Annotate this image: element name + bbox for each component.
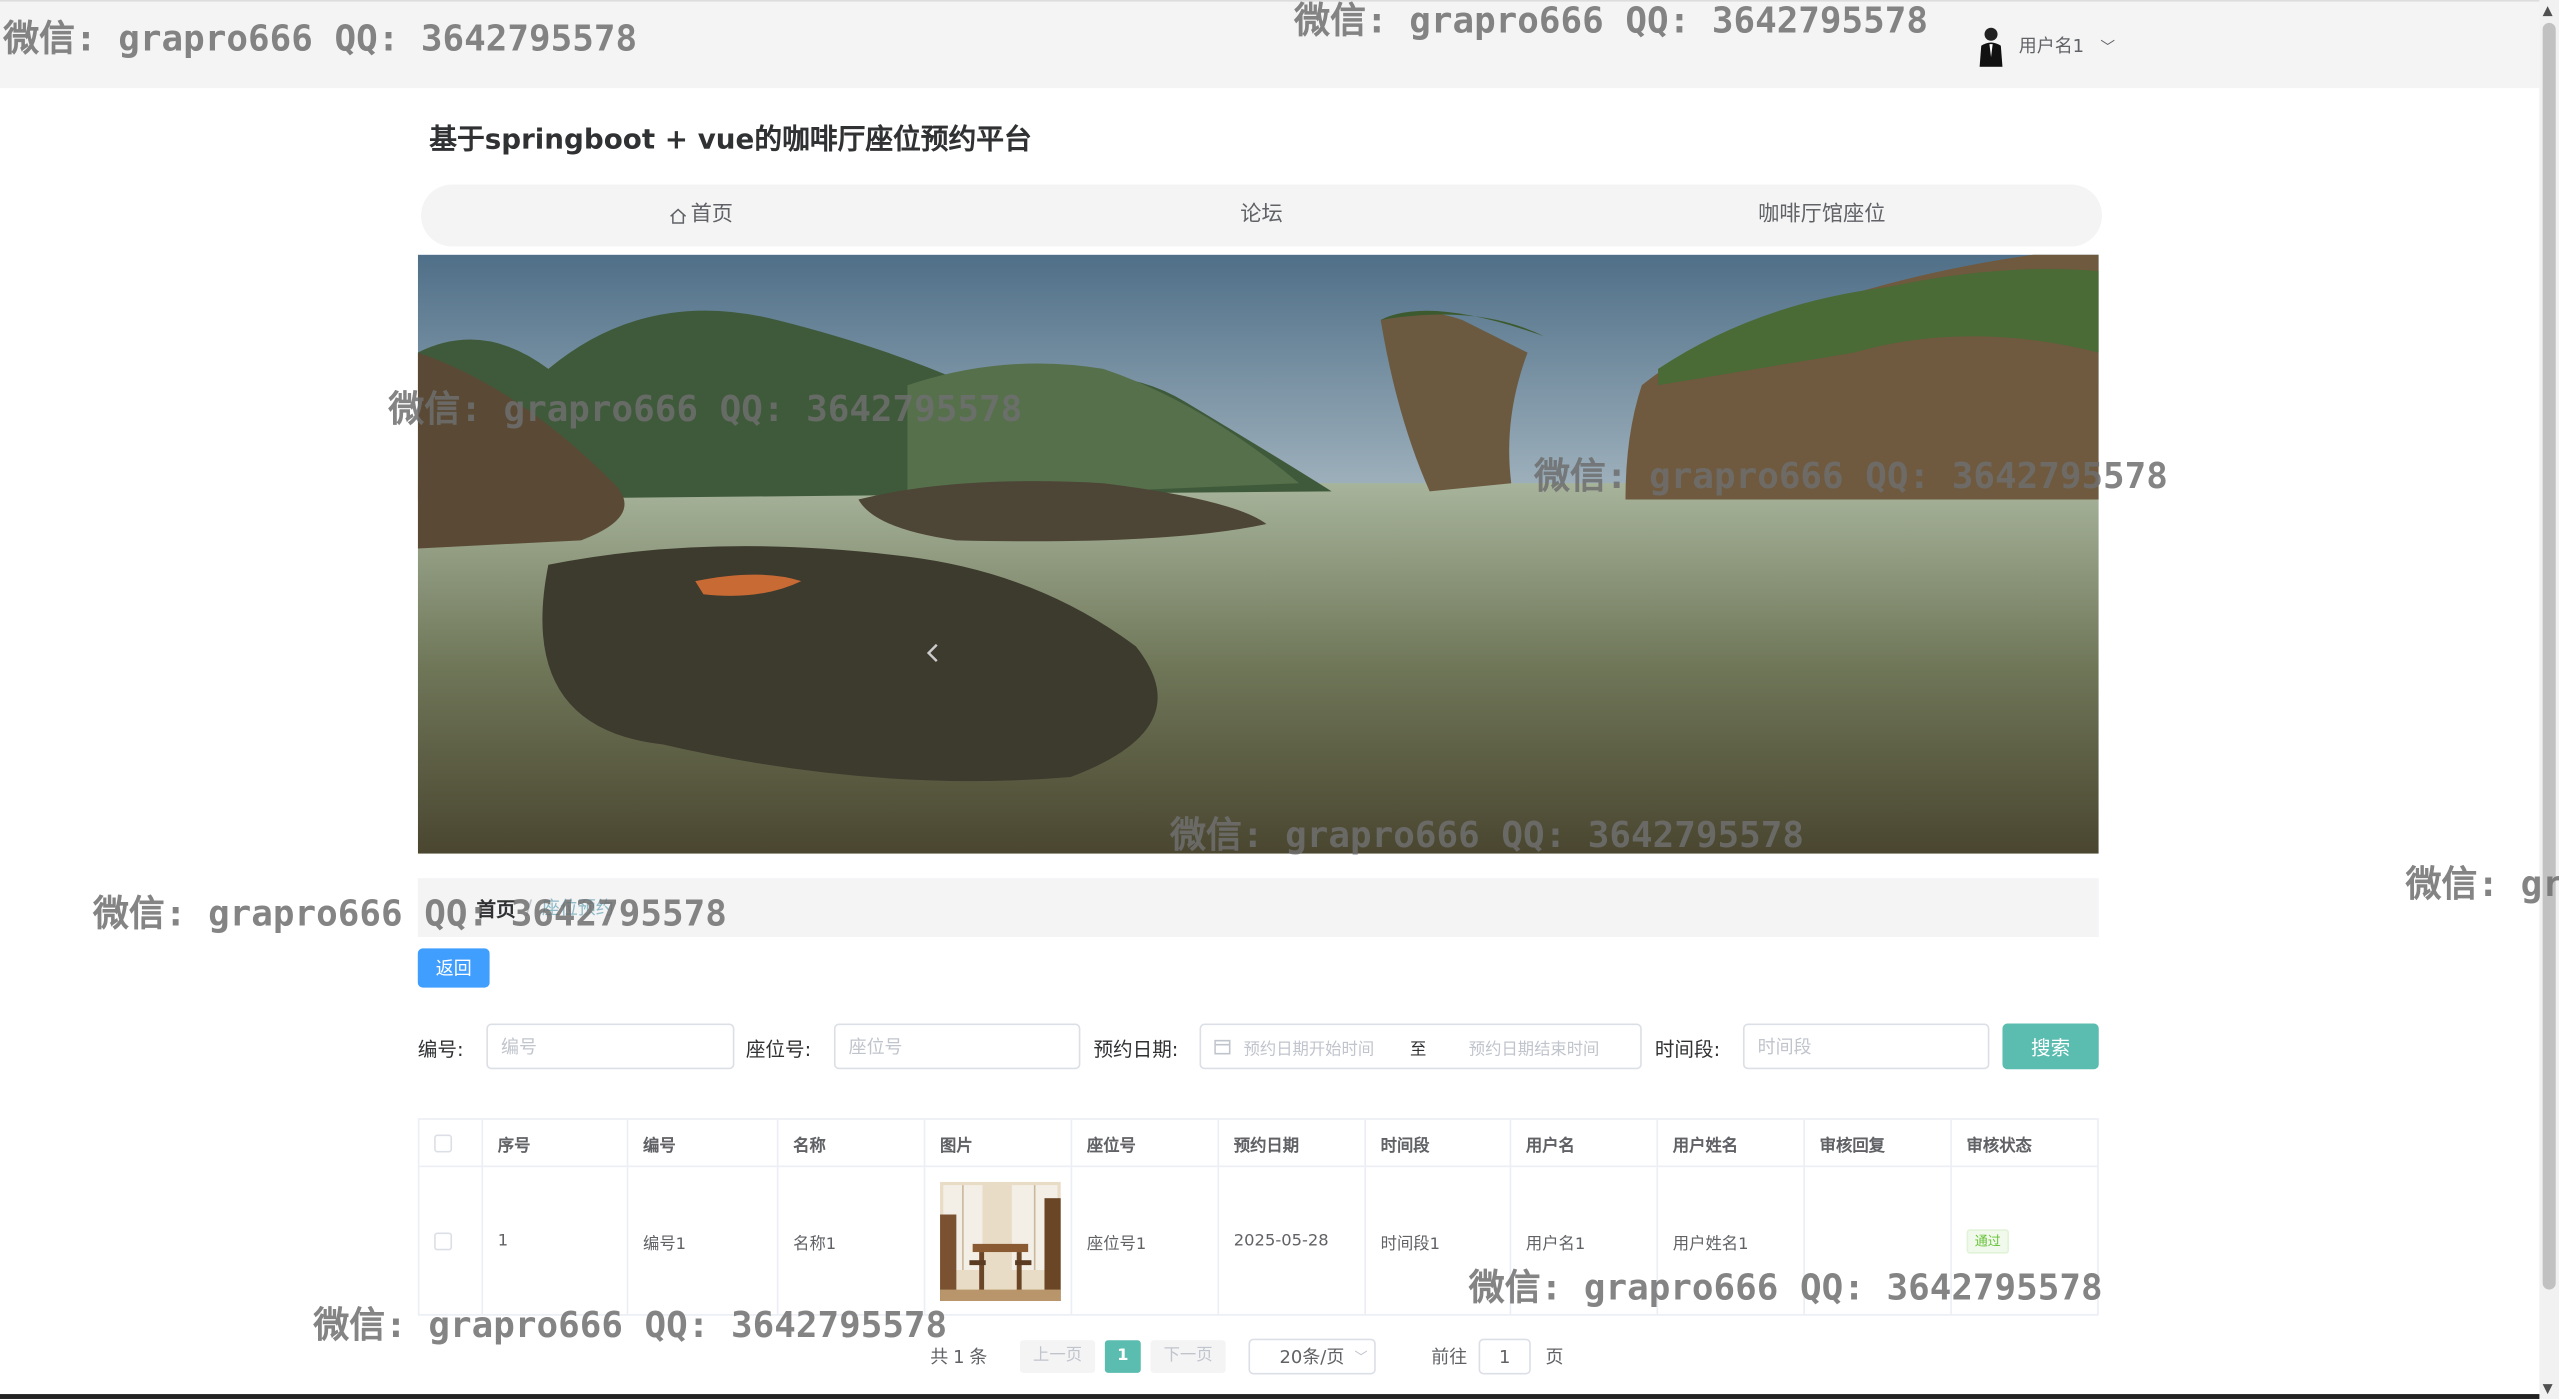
column-header[interactable]: 用户姓名 xyxy=(1658,1119,1805,1166)
goto-page-input[interactable] xyxy=(1478,1338,1531,1375)
page-number-current[interactable]: 1 xyxy=(1104,1340,1141,1373)
main-nav: 首页 论坛 咖啡厅馆座位 xyxy=(421,184,2103,247)
total-prefix: 共 xyxy=(930,1346,949,1368)
banner-carousel[interactable] xyxy=(417,254,2099,854)
chevron-down-icon: ﹀ xyxy=(2100,39,2116,57)
column-header[interactable]: 图片 xyxy=(925,1119,1073,1166)
date-start-placeholder[interactable]: 预约日期开始时间 xyxy=(1244,1034,1375,1059)
scroll-up-icon[interactable]: ▲ xyxy=(2543,3,2553,18)
banner-image xyxy=(417,254,2099,854)
column-header[interactable]: 用户名 xyxy=(1511,1119,1659,1166)
cell-username: 用户名1 xyxy=(1511,1167,1659,1315)
prev-page-button[interactable]: 上一页 xyxy=(1020,1340,1096,1373)
cell-image xyxy=(925,1167,1073,1315)
cell-reply xyxy=(1805,1167,1952,1315)
booking-table: 序号 编号 名称 图片 座位号 预约日期 时间段 用户名 用户姓名 审核回复 审… xyxy=(417,1118,2099,1316)
chevron-left-icon[interactable] xyxy=(920,640,946,666)
watermark: 微信: grapro666 QQ: 3642795578 xyxy=(2405,865,2559,906)
top-bar: 用户名1 ﹀ xyxy=(0,0,2540,89)
page-size-select[interactable]: 20条/页 ﹀ xyxy=(1248,1338,1376,1375)
date-range-picker[interactable]: 预约日期开始时间 至 预约日期结束时间 xyxy=(1199,1023,1642,1070)
breadcrumb-current: 座位预约 xyxy=(541,897,614,920)
breadcrumb-separator: / xyxy=(525,896,533,920)
column-header[interactable]: 序号 xyxy=(483,1119,629,1166)
goto-suffix: 页 xyxy=(1545,1346,1564,1368)
row-checkbox[interactable] xyxy=(434,1231,453,1250)
total-count: 1 xyxy=(953,1345,965,1368)
date-range-separator: 至 xyxy=(1410,1040,1427,1059)
search-form: 编号: 座位号: 预约日期: 预约日期开始时间 至 预约日期结束时间 时间段: … xyxy=(417,1023,2099,1070)
column-header[interactable]: 审核状态 xyxy=(1952,1120,2097,1166)
seat-thumbnail[interactable] xyxy=(940,1181,1061,1301)
nav-label: 首页 xyxy=(690,202,734,227)
user-menu[interactable]: 用户名1 ﹀ xyxy=(1976,24,2116,67)
cell-index: 1 xyxy=(483,1167,629,1315)
column-header[interactable]: 时间段 xyxy=(1366,1119,1512,1166)
window-bottom-edge xyxy=(0,1394,2540,1399)
page: 用户名1 ﹀ 基于springboot + vue的咖啡厅座位预约平台 首页 论… xyxy=(0,0,2559,1399)
table-header-row: 序号 编号 名称 图片 座位号 预约日期 时间段 用户名 用户姓名 审核回复 审… xyxy=(419,1119,2098,1168)
nav-item-seats[interactable]: 咖啡厅馆座位 xyxy=(1542,184,2102,246)
goto-label: 前往 xyxy=(1431,1346,1468,1368)
back-button[interactable]: 返回 xyxy=(417,948,490,988)
column-header[interactable]: 编号 xyxy=(628,1119,779,1166)
slot-input[interactable] xyxy=(1742,1023,1990,1070)
breadcrumb-home[interactable]: 首页 xyxy=(477,894,516,922)
home-icon xyxy=(670,207,687,223)
row-select-cell xyxy=(419,1167,484,1315)
cell-slot: 时间段1 xyxy=(1366,1167,1512,1315)
site-title: 基于springboot + vue的咖啡厅座位预约平台 xyxy=(429,124,1032,157)
cell-realname: 用户姓名1 xyxy=(1658,1167,1805,1315)
avatar xyxy=(1979,27,2003,67)
breadcrumb: 首页 / 座位预约 xyxy=(417,878,2099,937)
next-page-button[interactable]: 下一页 xyxy=(1150,1340,1226,1373)
code-input[interactable] xyxy=(486,1023,735,1070)
code-label: 编号: xyxy=(417,1038,464,1062)
cell-code: 编号1 xyxy=(628,1167,779,1315)
date-end-placeholder[interactable]: 预约日期结束时间 xyxy=(1469,1034,1600,1059)
select-all-checkbox[interactable] xyxy=(434,1133,453,1152)
cell-status: 通过 xyxy=(1952,1167,2097,1314)
column-header[interactable]: 审核回复 xyxy=(1805,1119,1952,1166)
cell-name: 名称1 xyxy=(778,1167,926,1315)
column-header[interactable]: 座位号 xyxy=(1072,1119,1220,1166)
table-row[interactable]: 1 编号1 名称1 座位号1 2025-05-28 时间段1 用户名1 用户姓名… xyxy=(419,1167,2097,1315)
scroll-down-icon[interactable]: ▼ xyxy=(2543,1381,2553,1396)
scrollbar-thumb[interactable] xyxy=(2542,22,2556,1290)
seat-input[interactable] xyxy=(833,1023,1081,1070)
seat-label: 座位号: xyxy=(745,1038,812,1062)
status-badge: 通过 xyxy=(1966,1228,2009,1253)
nav-item-forum[interactable]: 论坛 xyxy=(981,184,1541,246)
page-size-value: 20条/页 xyxy=(1279,1346,1345,1368)
slot-label: 时间段: xyxy=(1654,1038,1721,1062)
calendar-icon xyxy=(1214,1039,1231,1055)
nav-label: 咖啡厅馆座位 xyxy=(1758,202,1886,227)
total-suffix: 条 xyxy=(969,1346,988,1368)
page-scrollbar[interactable]: ▲ ▼ xyxy=(2539,0,2559,1399)
column-header[interactable]: 名称 xyxy=(778,1119,926,1166)
chevron-down-icon: ﹀ xyxy=(1354,1349,1368,1364)
date-label: 预约日期: xyxy=(1093,1038,1179,1062)
username: 用户名1 xyxy=(2018,35,2085,58)
nav-item-home[interactable]: 首页 xyxy=(421,184,981,246)
nav-label: 论坛 xyxy=(1240,202,1283,227)
select-all-cell xyxy=(419,1119,484,1166)
cell-seat: 座位号1 xyxy=(1072,1167,1220,1315)
pagination: 共 1 条 上一页 1 下一页 20条/页 ﹀ 前往 页 xyxy=(930,1338,1564,1375)
cell-date: 2025-05-28 xyxy=(1219,1167,1366,1315)
search-button[interactable]: 搜索 xyxy=(2002,1023,2099,1070)
column-header[interactable]: 预约日期 xyxy=(1219,1119,1366,1166)
